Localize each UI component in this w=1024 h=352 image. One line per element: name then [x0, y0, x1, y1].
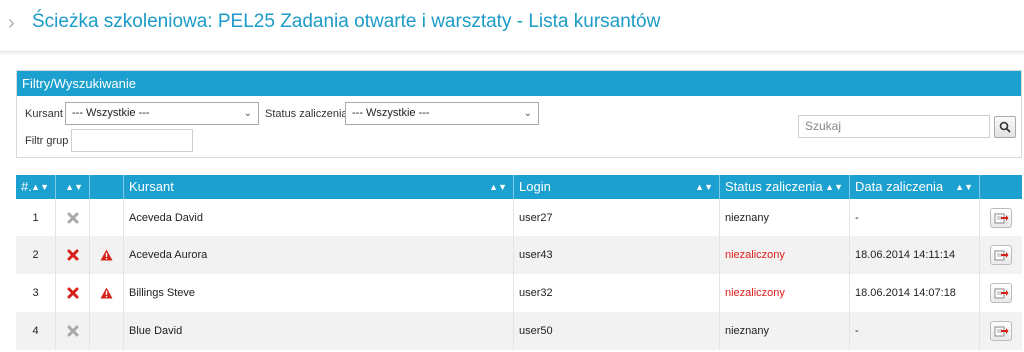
table-row: 1 Aceveda David user27 nieznany - [16, 199, 1022, 236]
group-filter-label: Filtr grup [25, 135, 69, 147]
completion-date: 18.06.2014 14:07:18 [850, 274, 980, 312]
search-icon [999, 121, 1011, 133]
col-number[interactable]: #. ▲▼ [16, 175, 56, 199]
filter-panel-title: Filtry/Wyszukiwanie [17, 71, 1021, 96]
col-login[interactable]: Login ▲▼ [514, 175, 720, 199]
col-kursant[interactable]: Kursant ▲▼ [124, 175, 514, 199]
table-header: #. ▲▼ ▲▼ Kursant ▲▼ Login ▲▼ Status zalicze… [16, 175, 1022, 199]
student-login: user50 [514, 312, 720, 350]
export-button[interactable] [990, 321, 1012, 341]
student-name: Aceveda Aurora [124, 236, 514, 274]
kursant-select-value: --- Wszystkie --- [72, 107, 150, 119]
warning-icon [90, 274, 124, 312]
student-name: Billings Steve [124, 274, 514, 312]
remove-x-icon[interactable] [56, 312, 90, 350]
search-button[interactable] [994, 116, 1016, 138]
sort-icon: ▲▼ [489, 182, 507, 192]
table-row: 4 Blue David user50 nieznany - [16, 312, 1022, 350]
kursant-label: Kursant [25, 108, 63, 120]
search-input[interactable]: Szukaj [798, 115, 990, 138]
row-action [980, 236, 1022, 274]
status-label: Status zaliczenia [265, 108, 348, 120]
students-table: #. ▲▼ ▲▼ Kursant ▲▼ Login ▲▼ Status zalicze… [16, 175, 1022, 350]
page-header: › Ścieżka szkoleniowa: PEL25 Zadania otw… [0, 0, 1024, 52]
row-number: 3 [16, 274, 56, 312]
row-number: 4 [16, 312, 56, 350]
row-action [980, 199, 1022, 236]
kursant-select[interactable]: --- Wszystkie --- ⌄ [65, 102, 259, 125]
warning-icon [90, 236, 124, 274]
warning-cell [90, 199, 124, 236]
export-button[interactable] [990, 245, 1012, 265]
group-filter-input[interactable] [71, 129, 193, 152]
student-login: user27 [514, 199, 720, 236]
export-button[interactable] [990, 207, 1012, 228]
status-value: nieznany [720, 199, 850, 236]
student-name: Aceveda David [124, 199, 514, 236]
remove-x-icon[interactable] [56, 199, 90, 236]
table-body: 1 Aceveda David user27 nieznany -2 Aceveda Au… [16, 199, 1022, 350]
student-login: user43 [514, 236, 720, 274]
col-date[interactable]: Data zaliczenia ▲▼ [850, 175, 980, 199]
status-select[interactable]: --- Wszystkie --- ⌄ [345, 102, 539, 125]
col-status-icon[interactable]: ▲▼ [56, 175, 90, 199]
student-name: Blue David [124, 312, 514, 350]
completion-date: - [850, 199, 980, 236]
export-button[interactable] [990, 283, 1012, 303]
row-number: 2 [16, 236, 56, 274]
sort-icon: ▲▼ [695, 182, 713, 192]
filter-panel: Filtry/Wyszukiwanie Kursant --- Wszystki… [16, 70, 1022, 158]
chevron-down-icon: ⌄ [523, 108, 532, 119]
table-row: 2 Aceveda Aurora user43 niezaliczony 18.06.2… [16, 236, 1022, 274]
col-status[interactable]: Status zaliczenia ▲▼ [720, 175, 850, 199]
completion-date: 18.06.2014 14:11:14 [850, 236, 980, 274]
sort-icon: ▲▼ [825, 182, 843, 192]
table-row: 3 Billings Steve user32 niezaliczony 18.06.2… [16, 274, 1022, 312]
remove-x-icon[interactable] [56, 236, 90, 274]
completion-date: - [850, 312, 980, 350]
chevron-right-icon: › [8, 12, 15, 34]
status-value: nieznany [720, 312, 850, 350]
row-action [980, 274, 1022, 312]
row-action [980, 312, 1022, 350]
status-value: niezaliczony [720, 236, 850, 274]
chevron-down-icon: ⌄ [243, 108, 252, 119]
status-select-value: --- Wszystkie --- [352, 107, 430, 119]
warning-cell [90, 312, 124, 350]
sort-icon: ▲▼ [31, 182, 49, 192]
col-warning [90, 175, 124, 199]
status-value: niezaliczony [720, 274, 850, 312]
col-actions [980, 175, 1022, 199]
row-number: 1 [16, 199, 56, 236]
remove-x-icon[interactable] [56, 274, 90, 312]
page-title: Ścieżka szkoleniowa: PEL25 Zadania otwar… [32, 11, 661, 32]
sort-icon: ▲▼ [955, 182, 973, 192]
student-login: user32 [514, 274, 720, 312]
sort-icon: ▲▼ [65, 182, 83, 192]
